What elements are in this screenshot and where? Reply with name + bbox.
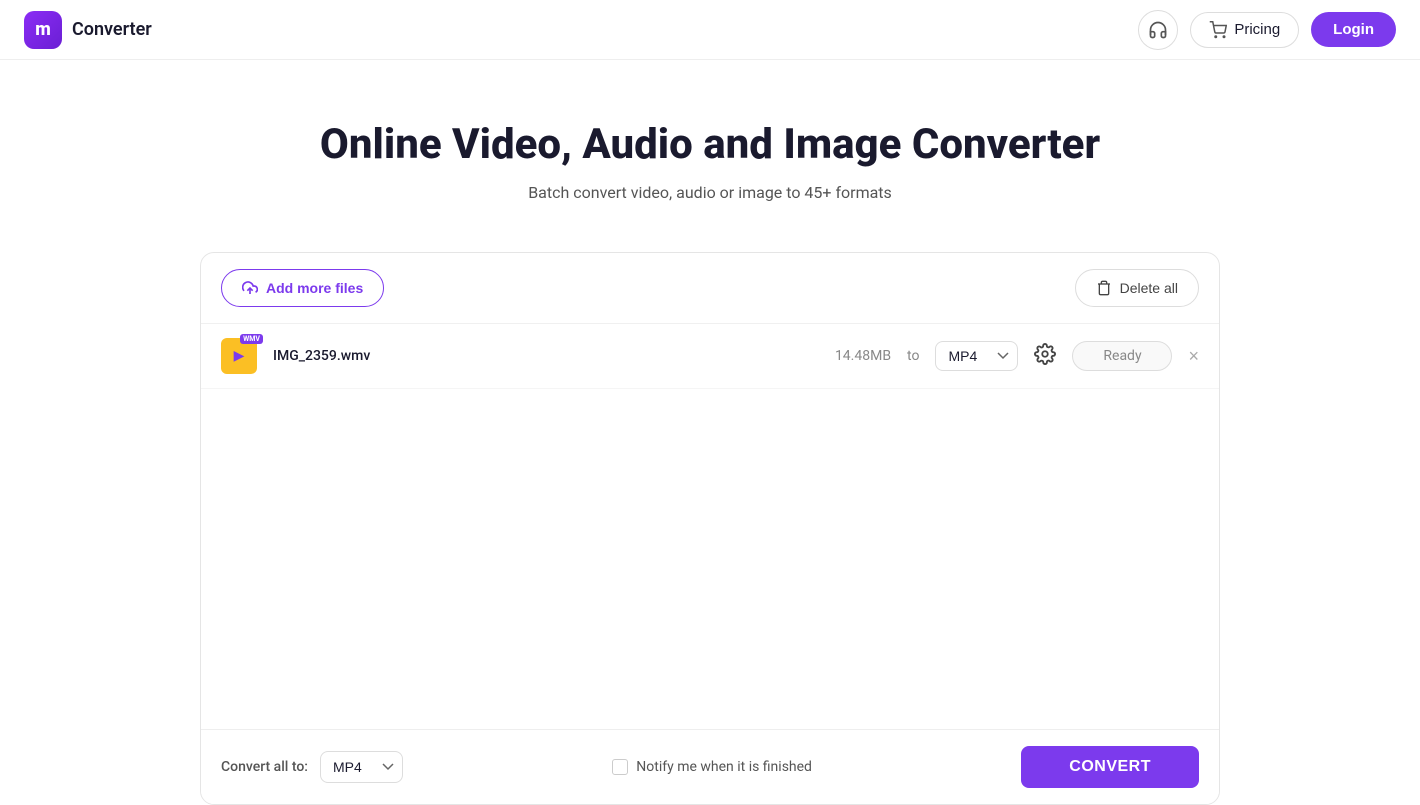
cart-icon [1209, 21, 1227, 39]
file-type-badge: WMV [240, 334, 263, 344]
remove-file-button[interactable]: × [1188, 347, 1199, 365]
hero-section: Online Video, Audio and Image Converter … [0, 60, 1420, 232]
add-more-files-button[interactable]: Add more files [221, 269, 384, 307]
convert-all-area: Convert all to: MP4 AVI MOV MKV WebM [221, 751, 403, 783]
trash-icon [1096, 280, 1112, 296]
file-size: 14.48MB [835, 348, 891, 364]
page-title: Online Video, Audio and Image Converter [20, 120, 1400, 169]
notify-label: Notify me when it is finished [636, 759, 812, 775]
upload-icon [242, 280, 258, 296]
headset-icon [1148, 20, 1168, 40]
convert-button[interactable]: CONVERT [1021, 746, 1199, 788]
to-label: to [907, 348, 919, 364]
page-subtitle: Batch convert video, audio or image to 4… [20, 183, 1400, 202]
delete-all-button[interactable]: Delete all [1075, 269, 1199, 307]
notify-checkbox[interactable] [612, 759, 628, 775]
toolbar: Add more files Delete all [201, 253, 1219, 324]
login-button[interactable]: Login [1311, 12, 1396, 47]
empty-area [201, 389, 1219, 729]
file-icon: ▶ WMV [221, 338, 257, 374]
pricing-button[interactable]: Pricing [1190, 12, 1299, 48]
logo-text: Converter [72, 19, 152, 40]
bottom-bar: Convert all to: MP4 AVI MOV MKV WebM Not… [201, 729, 1219, 804]
play-icon: ▶ [234, 348, 245, 364]
file-format-select[interactable]: MP4 AVI MOV MKV WebM [935, 341, 1018, 371]
main-content: Add more files Delete all ▶ WMV IMG_2359… [200, 252, 1220, 805]
header-right: Pricing Login [1138, 10, 1396, 50]
header: m Converter Pricing Login [0, 0, 1420, 60]
logo-icon: m [24, 11, 62, 49]
file-row: ▶ WMV IMG_2359.wmv 14.48MB to MP4 AVI MO… [201, 324, 1219, 389]
logo-area: m Converter [24, 11, 152, 49]
settings-icon[interactable] [1034, 343, 1056, 370]
convert-all-select[interactable]: MP4 AVI MOV MKV WebM [320, 751, 403, 783]
convert-all-label: Convert all to: [221, 759, 308, 775]
status-badge: Ready [1072, 341, 1172, 371]
file-name: IMG_2359.wmv [273, 348, 819, 364]
notify-area: Notify me when it is finished [612, 759, 812, 775]
headset-icon-button[interactable] [1138, 10, 1178, 50]
